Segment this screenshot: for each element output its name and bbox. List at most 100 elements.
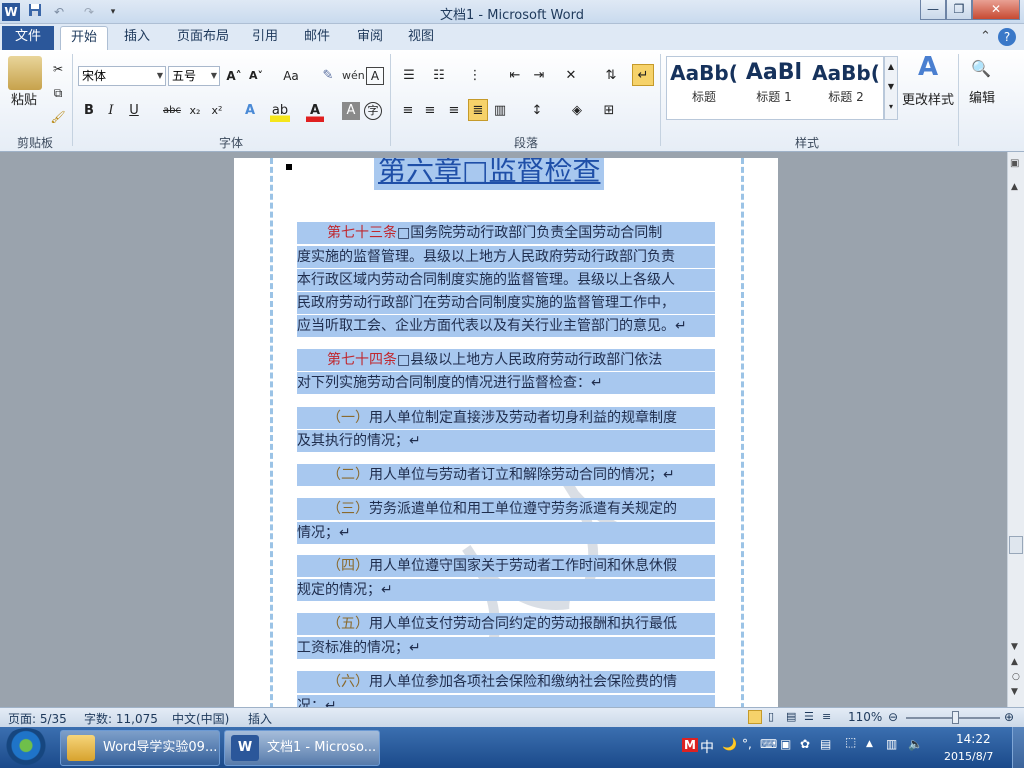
change-styles-icon[interactable]: A	[908, 54, 948, 86]
tab-view[interactable]: 视图	[398, 26, 444, 50]
format-painter-icon[interactable]: 🖌	[50, 106, 66, 128]
print-layout-icon[interactable]	[748, 710, 762, 724]
restore-button[interactable]: ❐	[946, 0, 972, 20]
help-icon[interactable]: ?	[998, 28, 1016, 46]
numbering-icon[interactable]: ☷	[428, 65, 450, 87]
character-shading-icon[interactable]: A	[342, 102, 360, 120]
document-line[interactable]: 本行政区域内劳动合同制度实施的监督管理。县级以上各级人	[297, 269, 715, 291]
tray-app-icon[interactable]: ✿	[800, 737, 810, 751]
change-case-button[interactable]: Aa	[278, 65, 304, 87]
scroll-down-icon[interactable]: ▼	[1011, 642, 1018, 652]
next-page-icon[interactable]: ▼	[1011, 687, 1018, 697]
editing-button[interactable]: 编辑	[962, 88, 1002, 110]
character-border-button[interactable]: A	[366, 67, 384, 85]
font-color-icon[interactable]: A	[306, 100, 324, 122]
grow-font-button[interactable]: A˄	[224, 65, 244, 87]
decrease-indent-icon[interactable]: ⇤	[504, 65, 526, 87]
insert-mode[interactable]: 插入	[248, 710, 272, 727]
tab-home[interactable]: 开始	[60, 26, 109, 50]
tab-mailings[interactable]: 邮件	[294, 26, 340, 50]
increase-indent-icon[interactable]: ⇥	[528, 65, 550, 87]
bold-button[interactable]: B	[80, 100, 98, 122]
document-line[interactable]: 规定的情况；↵	[297, 579, 715, 601]
chapter-heading[interactable]: 第六章□监督检查	[374, 158, 605, 190]
taskbar-item-explorer[interactable]: Word导学实验09...	[60, 730, 220, 766]
document-line[interactable]: 度实施的监督管理。县级以上地方人民政府劳动行政部门负责	[297, 246, 715, 268]
italic-button[interactable]: I	[102, 100, 120, 122]
zoom-in-icon[interactable]: ⊕	[1004, 710, 1014, 724]
find-icon[interactable]: 🔍	[966, 58, 996, 80]
clock-time[interactable]: 14:22	[956, 732, 991, 746]
distributed-icon[interactable]: ▥	[490, 100, 510, 122]
align-center-icon[interactable]: ≡	[420, 100, 440, 122]
document-line[interactable]: 及其执行的情况；↵	[297, 430, 715, 452]
ime-mode[interactable]: 中	[700, 737, 714, 757]
taskbar-item-word[interactable]: W 文档1 - Microso...	[224, 730, 380, 766]
underline-button[interactable]: U	[124, 100, 144, 122]
document-line[interactable]: （二）用人单位与劳动者订立和解除劳动合同的情况；↵	[297, 464, 715, 486]
zoom-level[interactable]: 110%	[848, 710, 882, 724]
network-icon[interactable]: ▥	[886, 737, 897, 751]
document-line[interactable]: 第七十三条□国务院劳动行政部门负责全国劳动合同制	[297, 222, 715, 244]
shrink-font-button[interactable]: A˅	[246, 65, 266, 87]
ruler-toggle-icon[interactable]: ▣	[1010, 158, 1022, 169]
document-page[interactable]: 人人 第六章□监督检查 第七十三条□国务院劳动行政部门负责全国劳动合同制 度实施的…	[234, 158, 778, 718]
document-line[interactable]: （四）用人单位遵守国家关于劳动者工作时间和休息休假	[297, 555, 715, 577]
tray-app-icon[interactable]: ▤	[820, 737, 831, 751]
ime-logo-icon[interactable]: M	[682, 738, 698, 752]
outline-icon[interactable]: ☰	[804, 710, 814, 723]
tab-references[interactable]: 引用	[242, 26, 288, 50]
document-line[interactable]: （一）用人单位制定直接涉及劳动者切身利益的规章制度	[297, 407, 715, 429]
strikethrough-button[interactable]: abc	[160, 100, 184, 122]
tab-page-layout[interactable]: 页面布局	[167, 26, 239, 50]
show-formatting-icon[interactable]: ↵	[632, 64, 654, 86]
document-line[interactable]: 对下列实施劳动合同制度的情况进行监督检查：↵	[297, 372, 715, 394]
document-line[interactable]: （六）用人单位参加各项社会保险和缴纳社会保险费的情	[297, 671, 715, 693]
clock-date[interactable]: 2015/8/7	[944, 750, 993, 763]
document-line[interactable]: 第七十四条□县级以上地方人民政府劳动行政部门依法	[297, 349, 715, 371]
scroll-thumb[interactable]	[1009, 536, 1023, 554]
phonetic-guide-icon[interactable]: wén	[342, 65, 365, 87]
highlight-icon[interactable]: ab	[270, 100, 290, 122]
multilevel-list-icon[interactable]: ⋮	[464, 65, 486, 87]
sort-icon[interactable]: ⇅	[600, 65, 622, 87]
bullets-icon[interactable]: ☰	[398, 65, 420, 87]
minimize-button[interactable]: —	[920, 0, 946, 20]
cut-icon[interactable]: ✂	[50, 58, 66, 80]
paste-button[interactable]: 粘贴	[4, 90, 44, 112]
zoom-out-icon[interactable]: ⊖	[888, 710, 898, 724]
full-screen-reading-icon[interactable]: ▯	[768, 710, 774, 723]
font-size-combo[interactable]: 五号 ▼	[168, 66, 220, 86]
change-styles-button[interactable]: 更改样式	[898, 90, 958, 112]
superscript-button[interactable]: x²	[208, 100, 226, 122]
tab-insert[interactable]: 插入	[114, 26, 160, 50]
borders-icon[interactable]: ⊞	[598, 100, 620, 122]
show-hidden-icons[interactable]: ▲	[866, 739, 873, 749]
start-button[interactable]	[2, 728, 50, 767]
document-line[interactable]: 工资标准的情况；↵	[297, 637, 715, 659]
align-right-icon[interactable]: ≡	[444, 100, 464, 122]
draft-icon[interactable]: ≡	[822, 710, 831, 723]
justify-icon[interactable]: ≣	[468, 99, 488, 121]
style-heading2[interactable]: AaBb(标题 2	[812, 58, 880, 116]
document-line[interactable]: 民政府劳动行政部门在劳动合同制度实施的监督管理工作中，	[297, 292, 715, 314]
enclose-characters-icon[interactable]: 字	[364, 102, 382, 120]
style-title[interactable]: AaBb(标题	[670, 58, 738, 116]
line-spacing-icon[interactable]: ↕	[526, 100, 548, 122]
align-left-icon[interactable]: ≡	[398, 100, 418, 122]
volume-icon[interactable]: 🔈	[908, 737, 923, 751]
page-indicator[interactable]: 页面: 5/35	[8, 710, 67, 727]
zoom-slider-thumb[interactable]	[952, 711, 959, 724]
previous-page-icon[interactable]: ▲	[1011, 657, 1018, 667]
close-button[interactable]: ✕	[972, 0, 1020, 20]
ribbon-collapse-icon[interactable]: ⌃	[980, 26, 991, 50]
chinese-layout-icon[interactable]: ✕	[560, 65, 582, 87]
word-count[interactable]: 字数: 11,075	[84, 710, 158, 727]
paste-icon[interactable]	[8, 56, 42, 90]
tab-review[interactable]: 审阅	[347, 26, 393, 50]
tab-file[interactable]: 文件	[2, 26, 54, 50]
tray-app-icon[interactable]: ⬚	[845, 735, 856, 749]
document-line[interactable]: 应当听取工会、企业方面代表以及有关行业主管部门的意见。↵	[297, 315, 715, 337]
clear-format-icon[interactable]: ✎	[318, 65, 338, 87]
document-line[interactable]: （五）用人单位支付劳动合同约定的劳动报酬和执行最低	[297, 613, 715, 635]
